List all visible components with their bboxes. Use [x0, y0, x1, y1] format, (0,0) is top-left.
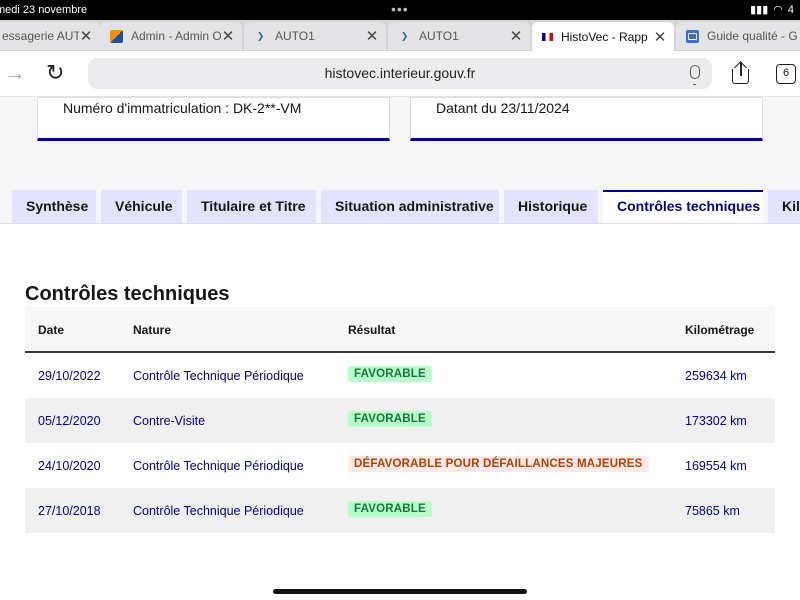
browser-tab-bar: essagerie AUT ✕ Admin - Admin O ✕ ❯ AUTO… — [0, 20, 800, 51]
guide-icon — [686, 29, 699, 43]
system-indicators: ▮▮▮ ◠ 4 — [750, 3, 794, 17]
registration-card: Numéro d'immatriculation : DK-2**-VM — [37, 97, 390, 141]
home-indicator[interactable] — [273, 589, 527, 594]
report-date-card: Datant du 23/11/2024 — [410, 97, 763, 141]
status-badge: DÉFAVORABLE POUR DÉFAILLANCES MAJEURES — [348, 456, 649, 472]
column-nature: Nature — [133, 323, 172, 337]
section-title: Contrôles techniques — [25, 283, 230, 305]
row-km: 169554 km — [685, 459, 747, 473]
row-nature: Contre-Visite — [133, 414, 206, 428]
table-row: 05/12/2020 Contre-Visite FAVORABLE 17330… — [25, 398, 775, 443]
battery-level: 4 — [787, 3, 794, 16]
status-bar: medi 23 novembre ••• ▮▮▮ ◠ 4 — [0, 0, 800, 20]
row-date: 24/10/2020 — [38, 459, 101, 473]
auto1-icon: ❯ — [256, 30, 265, 41]
browser-tab-auto1-a[interactable]: ❯ AUTO1 ✕ — [244, 22, 386, 50]
close-icon[interactable]: ✕ — [509, 27, 523, 45]
status-badge: FAVORABLE — [348, 366, 432, 382]
flag-icon — [542, 32, 553, 41]
tab-titulaire[interactable]: Titulaire et Titre — [187, 190, 316, 223]
wifi-icon: ◠ — [773, 4, 783, 16]
page-content: Numéro d'immatriculation : DK-2**-VM Dat… — [0, 97, 800, 600]
tab-historique[interactable]: Historique — [504, 190, 598, 223]
controles-panel: Contrôles techniques Date Nature Résulta… — [0, 223, 800, 600]
url-text: histovec.interieur.gouv.fr — [324, 65, 476, 81]
browser-tab-title: AUTO1 — [275, 29, 315, 43]
registration-number: Numéro d'immatriculation : DK-2**-VM — [63, 100, 302, 116]
tab-kilometrage[interactable]: Kilo — [768, 190, 800, 223]
row-date: 29/10/2022 — [38, 369, 101, 383]
row-nature: Contrôle Technique Périodique — [133, 504, 304, 518]
reload-icon[interactable]: ↻ — [46, 60, 64, 86]
browser-tab-messagerie[interactable]: essagerie AUT ✕ — [0, 22, 100, 50]
table-header: Date Nature Résultat Kilométrage — [25, 307, 775, 353]
close-icon[interactable]: ✕ — [653, 28, 667, 46]
table-row: 27/10/2018 Contrôle Technique Périodique… — [25, 488, 775, 533]
row-nature: Contrôle Technique Périodique — [133, 459, 304, 473]
browser-tab-title: AUTO1 — [419, 29, 459, 43]
report-tabs: Synthèse Véhicule Titulaire et Titre Sit… — [0, 190, 800, 224]
column-date: Date — [38, 323, 65, 337]
browser-tab-title: essagerie AUT — [2, 29, 79, 43]
report-date: Datant du 23/11/2024 — [436, 100, 570, 116]
url-field[interactable]: histovec.interieur.gouv.fr — [88, 58, 712, 89]
status-time: medi 23 novembre — [0, 4, 88, 16]
tab-controles-techniques[interactable]: Contrôles techniques — [603, 190, 763, 224]
tab-count-button[interactable]: 6 — [776, 64, 796, 84]
row-nature: Contrôle Technique Périodique — [133, 369, 304, 383]
browser-tab-admin[interactable]: Admin - Admin O ✕ — [100, 22, 242, 50]
browser-tab-title: Admin - Admin O — [131, 29, 221, 43]
row-date: 27/10/2018 — [38, 504, 101, 518]
tab-situation-administrative[interactable]: Situation administrative — [321, 190, 499, 223]
close-icon[interactable]: ✕ — [221, 27, 235, 45]
admin-icon — [110, 29, 123, 43]
row-km: 173302 km — [685, 414, 747, 428]
browser-tab-title: HistoVec - Rapp — [561, 29, 648, 44]
column-km: Kilométrage — [685, 323, 755, 337]
tab-synthese[interactable]: Synthèse — [12, 190, 96, 223]
close-icon[interactable]: ✕ — [79, 27, 93, 45]
row-km: 259634 km — [685, 369, 747, 383]
share-icon[interactable] — [731, 61, 751, 84]
row-date: 05/12/2020 — [38, 414, 101, 428]
table-row: 29/10/2022 Contrôle Technique Périodique… — [25, 353, 775, 398]
multitask-dots[interactable]: ••• — [391, 1, 409, 17]
signal-icon: ▮▮▮ — [750, 4, 769, 16]
row-km: 75865 km — [685, 504, 740, 518]
status-badge: FAVORABLE — [348, 501, 432, 517]
address-bar: → ↻ histovec.interieur.gouv.fr 6 — [0, 51, 800, 97]
table-row: 24/10/2020 Contrôle Technique Périodique… — [25, 443, 775, 488]
browser-tab-auto1-b[interactable]: ❯ AUTO1 ✕ — [388, 22, 530, 50]
browser-tab-title: Guide qualité - G — [707, 29, 798, 43]
browser-tab-guide[interactable]: Guide qualité - G — [676, 22, 800, 50]
back-arrow-icon[interactable]: → — [4, 60, 26, 86]
controles-table: Date Nature Résultat Kilométrage 29/10/2… — [25, 307, 775, 533]
tab-vehicule[interactable]: Véhicule — [101, 190, 182, 223]
status-badge: FAVORABLE — [348, 411, 432, 427]
browser-tab-histovec[interactable]: HistoVec - Rapp ✕ — [532, 22, 674, 51]
auto1-icon: ❯ — [400, 30, 409, 41]
close-icon[interactable]: ✕ — [365, 27, 379, 45]
microphone-icon[interactable] — [690, 65, 700, 85]
column-result: Résultat — [348, 323, 396, 337]
